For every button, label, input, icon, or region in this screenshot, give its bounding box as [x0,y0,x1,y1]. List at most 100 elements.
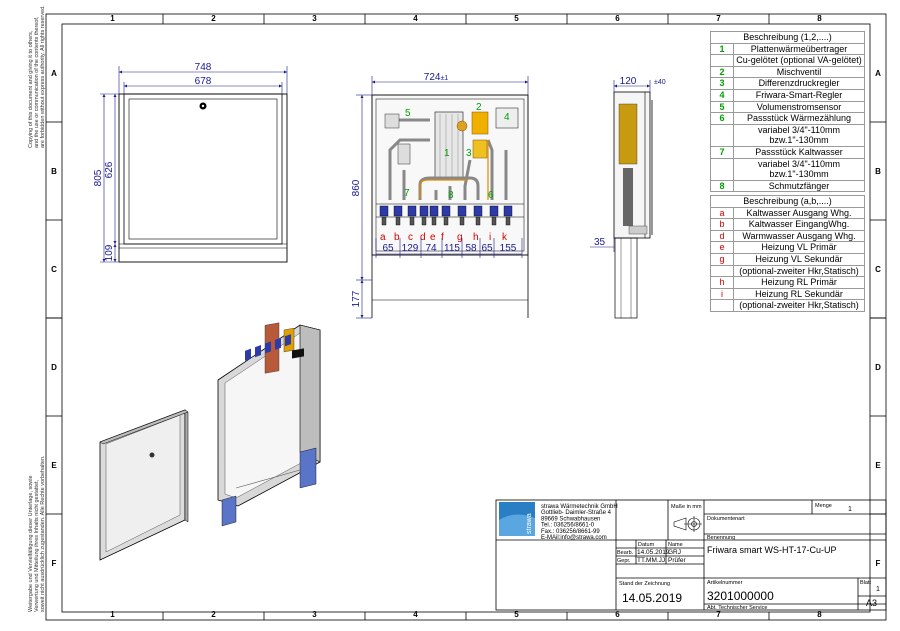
legend-text: (optional-zweiter Hkr,Statisch) [733,299,865,312]
bearb-label: Bearb. [617,550,634,556]
dim-626: 626 [104,161,115,178]
side-view [613,91,653,319]
benennung-label: Benennung [707,535,735,541]
legend-text: Schmutzfänger [733,179,865,193]
grid-col-label: 6 [615,610,620,619]
legend-row: b Kaltwasser EingangWhg. [710,218,865,231]
legend-key [710,299,734,312]
legend-text: Passstück Kaltwasser [733,145,865,159]
legend-key: e [710,241,734,254]
company-line: Gottlieb- Daimler-Straße 4 [541,510,612,516]
legend-text: variabel 3/4"-110mm bzw.1"-130mm [733,157,865,181]
legend-key: 1 [710,42,734,56]
grid-col-label: 5 [514,14,519,23]
front-view [118,93,288,263]
fitting [457,205,467,217]
iso-open-view [217,322,321,527]
note-line: are forbidden without express authority.… [40,5,46,148]
legend-key: h [710,276,734,289]
grid-col-label: 6 [615,14,620,23]
bearb-name: GRJ [668,549,681,556]
fitting [393,205,403,217]
legend-row: (optional-zweiter Hkr,Statisch) [710,264,865,278]
grid-row-label: C [875,265,881,274]
legend-text: Warmwasser Ausgang Whg. [733,229,865,243]
gepr-date: TT.MM.JJ [637,557,665,564]
blatt-label: Blatt [860,580,871,586]
legend-key [710,123,734,147]
iso-door-view [99,409,189,561]
legend-row: i Heizung RL Sekundär [710,287,865,301]
legend-row: 5 Volumenstromsensor [710,100,865,114]
grid-col-label: 4 [413,610,418,619]
grid-col-label: 2 [211,610,216,619]
fitting [429,205,439,217]
legend-text: Plattenwärmeübertrager [733,42,865,56]
legend-row: variabel 3/4"-110mm bzw.1"-130mm [710,123,865,147]
component-label: 3 [466,148,472,159]
legend-text: Heizung RL Primär [733,276,865,289]
grid-col-label: 7 [716,610,721,619]
legend-text: Differenzdruckregler [733,77,865,90]
legend-key: i [710,287,734,301]
connection-label: h [473,232,479,243]
grid-row-label: F [876,559,881,568]
grid-row-label: E [51,461,57,470]
legend-text: (optional-zweiter Hkr,Statisch) [733,264,865,278]
note-line: soweit nicht ausdrücklich zugestanden. A… [40,455,46,612]
legend-key: 7 [710,145,734,159]
grid-col-label: 8 [817,610,822,619]
legend-row: 4 Friwara-Smart-Regler [710,88,865,102]
menge-label: Menge [815,503,832,509]
grid-row-label: A [875,69,881,78]
legend-row: Cu-gelötet (optional VA-gelötet) [710,54,865,67]
fitting-stub [381,216,387,226]
legend-connections: Beschreibung (a,b,....) a Kaltwasser Ausg… [710,195,865,312]
fitting [379,205,389,217]
menge-value: 1 [848,506,852,513]
component-label: 6 [488,190,494,201]
legend-text: Heizung VL Primär [733,241,865,254]
logo-text: strawa [526,513,533,534]
legend-row: 6 Passstück Wärmezählung [710,112,865,125]
dim-177: 177 [351,290,362,307]
legend-key: 2 [710,65,734,79]
legend-text: Volumenstromsensor [733,100,865,114]
gepr-label: Gepr. [617,558,631,564]
grid-row-label: C [51,265,57,274]
stand-value: 14.05.2019 [622,591,682,605]
company-line: Tel.: 036256/8661-0 [541,523,595,529]
legend-row: h Heizung RL Primär [710,276,865,289]
fitting-stub [459,216,465,226]
fitting-stub [491,216,497,226]
dokumentenart-label: Dokumentenart [707,516,745,522]
blatt-value: 1 [876,586,880,593]
stand-label: Stand der Zeichnung [619,581,670,587]
legend-row: d Warmwasser Ausgang Whg. [710,229,865,243]
bearb-date: 14.05.2019 [637,549,670,556]
legend-connections-title: Beschreibung (a,b,....) [710,195,865,208]
legend-key: 5 [710,100,734,114]
legend-key: g [710,252,734,266]
grid-row-label: E [875,461,881,470]
legend-text: Kaltwasser Ausgang Whg. [733,206,865,220]
component-label: 8 [448,190,454,201]
front-dimensions [100,66,288,263]
dim-35: 35 [594,237,606,248]
abt-label: Abt. Technischer Service [707,605,767,611]
legend-key: 8 [710,179,734,193]
fitting [473,205,483,217]
legend-row: a Kaltwasser Ausgang Whg. [710,206,865,220]
grid-col-label: 1 [110,14,115,23]
legend-components-title: Beschreibung (1,2,....) [710,31,865,44]
artikel-value: 3201000000 [707,589,774,603]
dim-748: 748 [195,62,212,73]
dim-860: 860 [351,179,362,196]
connection-label: a [380,232,386,243]
legend-key [710,264,734,278]
legend-row: e Heizung VL Primär [710,241,865,254]
fitting-stub [505,216,511,226]
artikel-label: Artikelnummer [707,580,743,586]
grid-row-label: B [875,167,881,176]
legend-row: 2 Mischventil [710,65,865,79]
